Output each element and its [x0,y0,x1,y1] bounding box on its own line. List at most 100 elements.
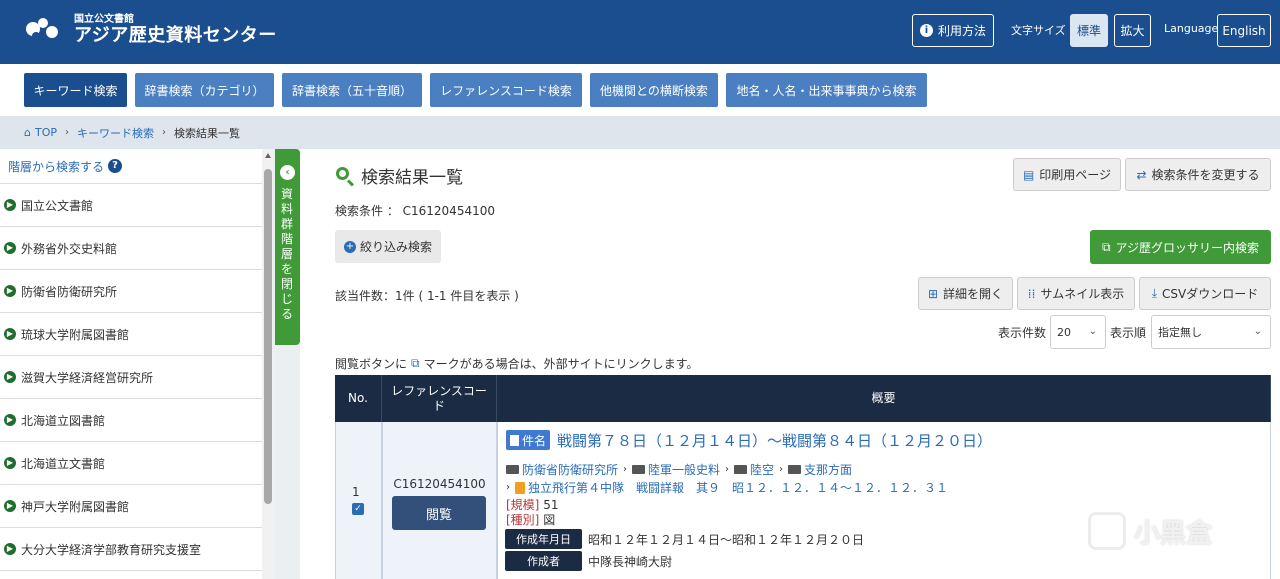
path-item[interactable]: 陸軍一般史料 [648,461,720,478]
watermark: 小黑盒 [1088,512,1212,550]
help-button[interactable]: i 利用方法 [912,14,994,47]
chevron-right-icon: › [725,464,730,475]
sub-path-link[interactable]: 独立飛行第４中隊 戦闘詳報 其９ 昭１２．１２．１４～１２．１２．３１ [528,479,948,496]
tab-dictionary-gojuon[interactable]: 辞書検索（五十音順） [282,73,422,107]
path-item[interactable]: 陸空 [750,461,774,478]
tab-cross-search[interactable]: 他機関との横断検索 [590,73,718,107]
table-header-no: No. [335,375,382,422]
thumbnail-label: サムネイル表示 [1040,287,1125,301]
glossary-search-button[interactable]: ⧉ アジ歴グロッサリー内検索 [1090,230,1271,264]
chevron-right-icon: › [623,464,628,475]
sidebar-item-hokkaido-library[interactable]: ▶ 北海道立図書館 [0,399,262,442]
sidebar-item-kobe-library[interactable]: ▶ 神戸大学附属図書館 [0,485,262,528]
sidebar-item-label: 大分大学経済学部教育研究支援室 [21,542,202,557]
table-header-refcode: レファレンスコード [382,375,497,422]
scroll-up-icon[interactable] [265,153,271,158]
sidebar-item-diplomatic-archives[interactable]: ▶ 外務省外交史料館 [0,227,262,270]
chevron-left-icon: ‹ [280,165,295,180]
grid-icon: ⁞⁞ [1027,286,1036,301]
row-checkbox[interactable]: ✓ [352,503,364,515]
swap-icon: ⇄ [1136,167,1147,182]
type-value: 図 [543,513,556,527]
table-header-summary: 概要 [497,375,1271,422]
subject-badge: 件名 [506,430,551,450]
site-logo[interactable]: 国立公文書館 アジア歴史資料センター [24,14,277,46]
sidebar-item-defense-research[interactable]: ▶ 防衛省防衛研究所 [0,270,262,313]
font-large-button[interactable]: 拡大 [1114,14,1151,47]
arrow-right-icon: ▶ [4,242,16,254]
view-button[interactable]: 閲覧 [392,496,486,530]
path-item[interactable]: 支那方面 [804,461,852,478]
question-icon[interactable]: ? [108,159,123,173]
sidebar-item-label: 神戸大学附属図書館 [21,499,130,514]
tab-dictionary-category[interactable]: 辞書検索（カテゴリ） [135,73,274,107]
hierarchy-toggle-button[interactable]: ‹ 資料群階層を閉じる [275,149,300,345]
subject-badge-label: 件名 [522,433,547,448]
font-standard-button[interactable]: 標準 [1070,14,1108,47]
sidebar-item-label: 北海道立文書館 [21,456,106,471]
per-page-select[interactable]: 20 ⌄ [1050,315,1106,349]
arrow-right-icon: ▶ [4,543,16,555]
order-label: 表示順 [1110,326,1147,340]
language-label: Language [1164,22,1219,35]
arrow-right-icon: ▶ [4,328,16,340]
narrow-search-label: 絞り込み検索 [359,240,432,254]
note-prefix: 閲覧ボタンに [335,357,408,371]
record-title-link[interactable]: 戦闘第７８日（１２月１４日）～戦闘第８４日（１２月２０日） [557,430,992,451]
sidebar-title-label: 階層から検索する [8,159,105,174]
sidebar-item-oita-economics[interactable]: ▶ 大分大学経済学部教育研究支援室 [0,528,262,571]
path-item[interactable]: 防衛省防衛研究所 [522,461,618,478]
thumbnail-view-button[interactable]: ⁞⁞ サムネイル表示 [1017,277,1135,310]
per-page-value: 20 [1057,325,1071,339]
sidebar-item-ryukyu-library[interactable]: ▶ 琉球大学附属図書館 [0,313,262,356]
search-nav: キーワード検索 辞書検索（カテゴリ） 辞書検索（五十音順） レファレンスコード検… [0,64,1280,116]
page-title: 検索結果一覧 [335,163,463,188]
narrow-search-button[interactable]: + 絞り込み検索 [335,230,441,263]
note-suffix: マークがある場合は、外部サイトにリンクします。 [423,357,699,371]
sidebar-item-shiga-institute[interactable]: ▶ 滋賀大学経済経営研究所 [0,356,262,399]
sidebar-item-hokkaido-archives[interactable]: ▶ 北海道立文書館 [0,442,262,485]
language-button[interactable]: English [1217,14,1271,47]
scale-value: 51 [543,498,559,512]
info-icon: i [919,24,933,37]
sidebar-item-label: 国立公文書館 [21,198,94,213]
tab-encyclopedia[interactable]: 地名・人名・出来事事典から検索 [726,73,927,107]
sidebar-title[interactable]: 階層から検索する ? [0,149,262,184]
search-condition: 検索条件 ： C16120454100 [335,204,495,218]
sidebar-scrollbar[interactable] [262,149,274,579]
per-page-label: 表示件数 [998,326,1047,340]
open-details-button[interactable]: ⊞ 詳細を開く [918,277,1013,310]
search-icon [335,166,355,187]
print-page-button[interactable]: ▤ 印刷用ページ [1013,158,1121,191]
row-number: 1 [352,485,360,499]
chevron-down-icon: ⌄ [1253,326,1262,337]
arrow-right-icon: ▶ [4,199,16,211]
help-label: 利用方法 [937,24,986,38]
breadcrumb-top[interactable]: TOP [35,126,57,139]
arrow-right-icon: ▶ [4,371,16,383]
change-conditions-button[interactable]: ⇄ 検索条件を変更する [1125,158,1271,191]
page-title-text: 検索結果一覧 [361,168,463,188]
sidebar-item-label: 北海道立図書館 [21,413,106,428]
arrow-right-icon: ▶ [4,457,16,469]
author-badge: 作成者 [505,551,582,571]
order-value: 指定無し [1158,326,1202,339]
sub-path: › 独立飛行第４中隊 戦闘詳報 其９ 昭１２．１２．１４～１２．１２．３１ [506,479,948,496]
tab-keyword[interactable]: キーワード検索 [24,73,127,107]
plus-icon: + [343,240,356,253]
tab-reference-code[interactable]: レファレンスコード検索 [430,73,582,107]
folder-icon [506,465,519,474]
order-select[interactable]: 指定無し ⌄ [1151,315,1271,349]
scroll-thumb[interactable] [264,169,272,504]
csv-download-button[interactable]: ⤓ CSVダウンロード [1139,277,1271,310]
watermark-text: 小黑盒 [1134,518,1213,549]
type-key: [種別] [506,513,540,527]
type-row: [種別] 図 [506,511,555,528]
chevron-down-icon: ⌄ [1088,326,1097,337]
breadcrumb-keyword[interactable]: キーワード検索 [77,125,154,141]
creation-date-badge: 作成年月日 [505,529,582,549]
book-icon [515,481,525,494]
breadcrumb: ⌂ TOP › キーワード検索 › 検索結果一覧 [0,116,1280,149]
sidebar-item-national-archives[interactable]: ▶ 国立公文書館 [0,184,262,227]
arrow-right-icon: ▶ [4,414,16,426]
